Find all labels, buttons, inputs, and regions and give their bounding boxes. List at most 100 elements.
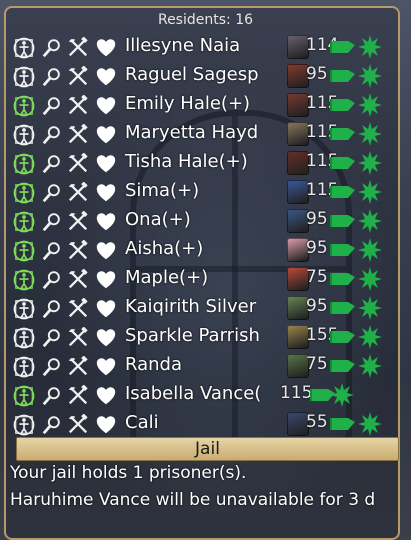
resident-row[interactable]: Maple(+) 75	[10, 265, 405, 294]
magnifier-icon[interactable]	[40, 268, 64, 292]
tools-icon[interactable]	[66, 181, 90, 205]
body-icon[interactable]	[12, 239, 36, 263]
flag-icon[interactable]	[330, 126, 356, 142]
body-icon[interactable]	[12, 181, 36, 205]
resident-row[interactable]: Sparkle Parrish 155	[10, 323, 405, 352]
star-icon[interactable]	[358, 296, 382, 320]
star-icon[interactable]	[358, 325, 382, 349]
flag-icon[interactable]	[330, 97, 356, 113]
tools-icon[interactable]	[66, 326, 90, 350]
resident-name[interactable]: Maryetta Hayd	[125, 122, 258, 143]
star-icon[interactable]	[330, 383, 354, 407]
heart-icon[interactable]	[94, 181, 118, 205]
heart-icon[interactable]	[94, 384, 118, 408]
magnifier-icon[interactable]	[40, 326, 64, 350]
heart-icon[interactable]	[94, 355, 118, 379]
flag-icon[interactable]	[330, 329, 356, 345]
body-icon[interactable]	[12, 413, 36, 437]
heart-icon[interactable]	[94, 210, 118, 234]
heart-icon[interactable]	[94, 297, 118, 321]
magnifier-icon[interactable]	[40, 297, 64, 321]
heart-icon[interactable]	[94, 152, 118, 176]
resident-row[interactable]: Emily Hale(+) 115	[10, 91, 405, 120]
body-icon[interactable]	[12, 210, 36, 234]
heart-icon[interactable]	[94, 65, 118, 89]
magnifier-icon[interactable]	[40, 94, 64, 118]
star-icon[interactable]	[358, 354, 382, 378]
magnifier-icon[interactable]	[40, 413, 64, 437]
flag-icon[interactable]	[330, 39, 356, 55]
resident-name[interactable]: Kaiqirith Silver	[125, 296, 256, 317]
flag-icon[interactable]	[330, 358, 356, 374]
star-icon[interactable]	[358, 93, 382, 117]
resident-row[interactable]: Randa 75	[10, 352, 405, 381]
resident-row[interactable]: Raguel Sagesp 95	[10, 62, 405, 91]
magnifier-icon[interactable]	[40, 36, 64, 60]
flag-icon[interactable]	[330, 300, 356, 316]
heart-icon[interactable]	[94, 239, 118, 263]
tools-icon[interactable]	[66, 297, 90, 321]
star-icon[interactable]	[358, 35, 382, 59]
resident-name[interactable]: Sima(+)	[125, 180, 199, 201]
heart-icon[interactable]	[94, 326, 118, 350]
resident-name[interactable]: Cali	[125, 412, 159, 433]
resident-row[interactable]: Maryetta Hayd 115	[10, 120, 405, 149]
magnifier-icon[interactable]	[40, 210, 64, 234]
star-icon[interactable]	[358, 151, 382, 175]
star-icon[interactable]	[358, 267, 382, 291]
resident-row[interactable]: Aisha(+) 95	[10, 236, 405, 265]
flag-icon[interactable]	[330, 68, 356, 84]
tools-icon[interactable]	[66, 384, 90, 408]
body-icon[interactable]	[12, 36, 36, 60]
star-icon[interactable]	[358, 412, 382, 436]
magnifier-icon[interactable]	[40, 384, 64, 408]
body-icon[interactable]	[12, 297, 36, 321]
resident-name[interactable]: Randa	[125, 354, 182, 375]
heart-icon[interactable]	[94, 94, 118, 118]
magnifier-icon[interactable]	[40, 123, 64, 147]
tools-icon[interactable]	[66, 94, 90, 118]
tools-icon[interactable]	[66, 239, 90, 263]
resident-row[interactable]: Isabella Vance( 115	[10, 381, 405, 410]
resident-name[interactable]: Maple(+)	[125, 267, 208, 288]
resident-row[interactable]: Illesyne Naia 114	[10, 33, 405, 62]
tools-icon[interactable]	[66, 413, 90, 437]
magnifier-icon[interactable]	[40, 355, 64, 379]
resident-name[interactable]: Isabella Vance(	[125, 383, 261, 404]
star-icon[interactable]	[358, 238, 382, 262]
resident-name[interactable]: Tisha Hale(+)	[125, 151, 248, 172]
tools-icon[interactable]	[66, 152, 90, 176]
magnifier-icon[interactable]	[40, 181, 64, 205]
star-icon[interactable]	[358, 64, 382, 88]
heart-icon[interactable]	[94, 36, 118, 60]
star-icon[interactable]	[358, 122, 382, 146]
magnifier-icon[interactable]	[40, 152, 64, 176]
heart-icon[interactable]	[94, 123, 118, 147]
resident-name[interactable]: Illesyne Naia	[125, 35, 240, 56]
resident-name[interactable]: Emily Hale(+)	[125, 93, 250, 114]
body-icon[interactable]	[12, 268, 36, 292]
resident-row[interactable]: Sima(+) 115	[10, 178, 405, 207]
resident-row[interactable]: Kaiqirith Silver 95	[10, 294, 405, 323]
magnifier-icon[interactable]	[40, 65, 64, 89]
body-icon[interactable]	[12, 355, 36, 379]
star-icon[interactable]	[358, 209, 382, 233]
heart-icon[interactable]	[94, 413, 118, 437]
body-icon[interactable]	[12, 152, 36, 176]
resident-name[interactable]: Aisha(+)	[125, 238, 203, 259]
body-icon[interactable]	[12, 94, 36, 118]
tools-icon[interactable]	[66, 65, 90, 89]
resident-row[interactable]: Ona(+) 95	[10, 207, 405, 236]
flag-icon[interactable]	[330, 242, 356, 258]
body-icon[interactable]	[12, 123, 36, 147]
resident-row[interactable]: Tisha Hale(+) 115	[10, 149, 405, 178]
resident-row[interactable]: Cali 55	[10, 410, 405, 439]
resident-name[interactable]: Ona(+)	[125, 209, 191, 230]
flag-icon[interactable]	[330, 271, 356, 287]
tools-icon[interactable]	[66, 268, 90, 292]
tools-icon[interactable]	[66, 355, 90, 379]
resident-name[interactable]: Raguel Sagesp	[125, 64, 259, 85]
body-icon[interactable]	[12, 65, 36, 89]
body-icon[interactable]	[12, 384, 36, 408]
star-icon[interactable]	[358, 180, 382, 204]
